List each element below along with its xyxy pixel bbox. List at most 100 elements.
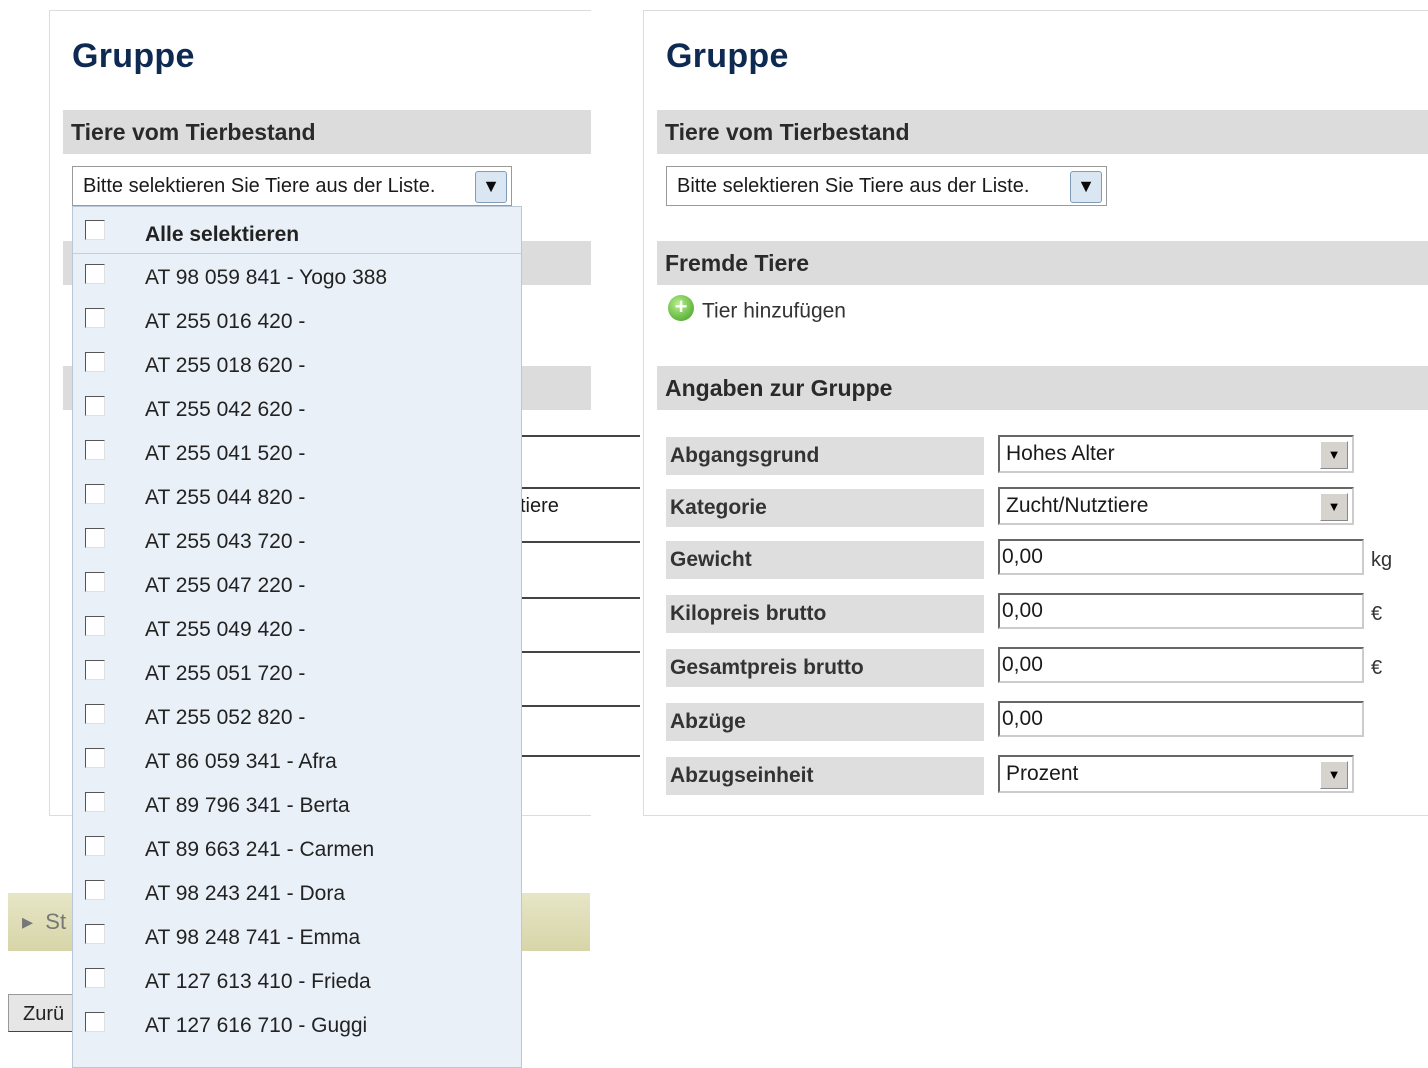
animal-checkbox[interactable]	[85, 748, 105, 768]
animal-multiselect-placeholder: Bitte selektieren Sie Tiere aus der List…	[83, 175, 436, 197]
animal-checkbox[interactable]	[85, 924, 105, 944]
list-item[interactable]: AT 89 663 241 - Carmen	[73, 826, 521, 870]
animal-label: AT 127 616 710 - Guggi	[145, 1014, 368, 1037]
dropdown-arrow-icon[interactable]: ▼	[1320, 493, 1348, 521]
partial-select-kategorie[interactable]: tiere	[520, 487, 640, 523]
list-item[interactable]: AT 89 796 341 - Berta	[73, 782, 521, 826]
add-animal-link[interactable]: + Tier hinzufügen	[668, 295, 846, 325]
list-item[interactable]: AT 127 613 410 - Frieda	[73, 958, 521, 1002]
animal-checkbox[interactable]	[85, 880, 105, 900]
animal-checkbox[interactable]	[85, 484, 105, 504]
input-kilopreis[interactable]: 0,00	[998, 593, 1364, 629]
input-abzuege[interactable]: 0,00	[998, 701, 1364, 737]
label-kategorie: Kategorie	[666, 489, 984, 527]
select-all-row[interactable]: Alle selektieren	[73, 207, 521, 254]
animal-checkbox[interactable]	[85, 836, 105, 856]
animal-checkbox[interactable]	[85, 440, 105, 460]
partial-input-abzuege[interactable]	[520, 705, 640, 741]
list-item[interactable]: AT 127 616 710 - Guggi	[73, 1002, 521, 1046]
select-kategorie[interactable]: Zucht/Nutztiere ▼	[998, 487, 1354, 525]
partial-input-gesamtpreis[interactable]	[520, 651, 640, 687]
partial-select-abgangsgrund[interactable]	[520, 435, 640, 471]
list-item[interactable]: AT 255 052 820 -	[73, 694, 521, 738]
animal-checkbox[interactable]	[85, 396, 105, 416]
select-all-checkbox[interactable]	[85, 220, 105, 240]
label-abgangsgrund: Abgangsgrund	[666, 437, 984, 475]
row-abzugseinheit: Abzugseinheit Prozent ▼	[666, 755, 1426, 795]
label-gesamtpreis: Gesamtpreis brutto	[666, 649, 984, 687]
select-kategorie-value: Zucht/Nutztiere	[1006, 494, 1149, 517]
list-item[interactable]: AT 98 059 841 - Yogo 388	[73, 254, 521, 298]
label-gewicht: Gewicht	[666, 541, 984, 579]
list-item[interactable]: AT 98 248 741 - Emma	[73, 914, 521, 958]
list-item[interactable]: AT 255 018 620 -	[73, 342, 521, 386]
list-item[interactable]: AT 255 043 720 -	[73, 518, 521, 562]
list-item[interactable]: AT 255 044 820 -	[73, 474, 521, 518]
page-title: Gruppe	[666, 37, 789, 75]
row-kategorie: Kategorie Zucht/Nutztiere ▼	[666, 487, 1426, 527]
partial-select-abzugseinheit[interactable]	[520, 755, 640, 791]
animal-label: AT 255 041 520 -	[145, 442, 306, 465]
animal-label: AT 255 042 620 -	[145, 398, 306, 421]
dropdown-arrow-icon[interactable]: ▼	[1320, 441, 1348, 469]
list-item[interactable]: AT 255 051 720 -	[73, 650, 521, 694]
animal-list: AT 98 059 841 - Yogo 388 AT 255 016 420 -…	[73, 254, 521, 1046]
select-abzugseinheit[interactable]: Prozent ▼	[998, 755, 1354, 793]
animal-label: AT 127 613 410 - Frieda	[145, 970, 371, 993]
animal-multiselect[interactable]: Bitte selektieren Sie Tiere aus der List…	[72, 166, 512, 206]
list-item[interactable]: AT 255 042 620 -	[73, 386, 521, 430]
list-item[interactable]: AT 255 047 220 -	[73, 562, 521, 606]
select-all-label: Alle selektieren	[145, 223, 300, 246]
animal-checkbox[interactable]	[85, 528, 105, 548]
animal-checkbox[interactable]	[85, 264, 105, 284]
list-item[interactable]: AT 255 016 420 -	[73, 298, 521, 342]
section-angaben-zur-gruppe: Angaben zur Gruppe	[657, 366, 1428, 410]
list-item[interactable]: AT 255 049 420 -	[73, 606, 521, 650]
section-tiere-vom-tierbestand: Tiere vom Tierbestand	[63, 110, 591, 154]
row-gesamtpreis: Gesamtpreis brutto 0,00 €	[666, 647, 1426, 687]
row-abzuege: Abzüge 0,00	[666, 701, 1426, 741]
chevron-down-icon[interactable]: ▼	[475, 171, 507, 203]
animal-multiselect-placeholder: Bitte selektieren Sie Tiere aus der List…	[677, 175, 1030, 197]
animal-checkbox[interactable]	[85, 704, 105, 724]
row-abgangsgrund: Abgangsgrund Hohes Alter ▼	[666, 435, 1426, 475]
animal-checkbox[interactable]	[85, 792, 105, 812]
input-gesamtpreis[interactable]: 0,00	[998, 647, 1364, 683]
dropdown-arrow-icon[interactable]: ▼	[1320, 761, 1348, 789]
section-tiere-vom-tierbestand: Tiere vom Tierbestand	[657, 110, 1428, 154]
row-kilopreis: Kilopreis brutto 0,00 €	[666, 593, 1426, 633]
partial-input-kilopreis[interactable]	[520, 597, 640, 633]
animal-dropdown-list[interactable]: Alle selektieren AT 98 059 841 - Yogo 38…	[72, 206, 522, 1068]
animal-checkbox[interactable]	[85, 968, 105, 988]
select-abgangsgrund[interactable]: Hohes Alter ▼	[998, 435, 1354, 473]
input-gewicht[interactable]: 0,00	[998, 539, 1364, 575]
animal-multiselect[interactable]: Bitte selektieren Sie Tiere aus der List…	[666, 166, 1107, 206]
animal-label: AT 98 248 741 - Emma	[145, 926, 361, 949]
animal-checkbox[interactable]	[85, 308, 105, 328]
animal-label: AT 255 047 220 -	[145, 574, 306, 597]
animal-checkbox[interactable]	[85, 572, 105, 592]
animal-label: AT 255 018 620 -	[145, 354, 306, 377]
animal-label: AT 255 052 820 -	[145, 706, 306, 729]
animal-label: AT 89 663 241 - Carmen	[145, 838, 375, 861]
plus-circle-icon: +	[668, 295, 694, 321]
select-abzugseinheit-value: Prozent	[1006, 762, 1079, 785]
label-abzugseinheit: Abzugseinheit	[666, 757, 984, 795]
list-item[interactable]: AT 86 059 341 - Afra	[73, 738, 521, 782]
animal-checkbox[interactable]	[85, 352, 105, 372]
list-item[interactable]: AT 255 041 520 -	[73, 430, 521, 474]
animal-label: AT 98 059 841 - Yogo 388	[145, 266, 388, 289]
collapsed-section-label: ▸ St	[22, 909, 67, 934]
partial-input-gewicht[interactable]	[520, 541, 640, 577]
chevron-down-icon[interactable]: ▼	[1070, 171, 1102, 203]
list-item[interactable]: AT 98 243 241 - Dora	[73, 870, 521, 914]
animal-checkbox[interactable]	[85, 660, 105, 680]
section-fremde-tiere: Fremde Tiere	[657, 241, 1428, 285]
animal-label: AT 255 051 720 -	[145, 662, 306, 685]
label-kilopreis: Kilopreis brutto	[666, 595, 984, 633]
partial-select-kategorie-text: tiere	[520, 495, 559, 517]
animal-checkbox[interactable]	[85, 616, 105, 636]
label-abzuege: Abzüge	[666, 703, 984, 741]
animal-checkbox[interactable]	[85, 1012, 105, 1032]
animal-label: AT 86 059 341 - Afra	[145, 750, 337, 773]
